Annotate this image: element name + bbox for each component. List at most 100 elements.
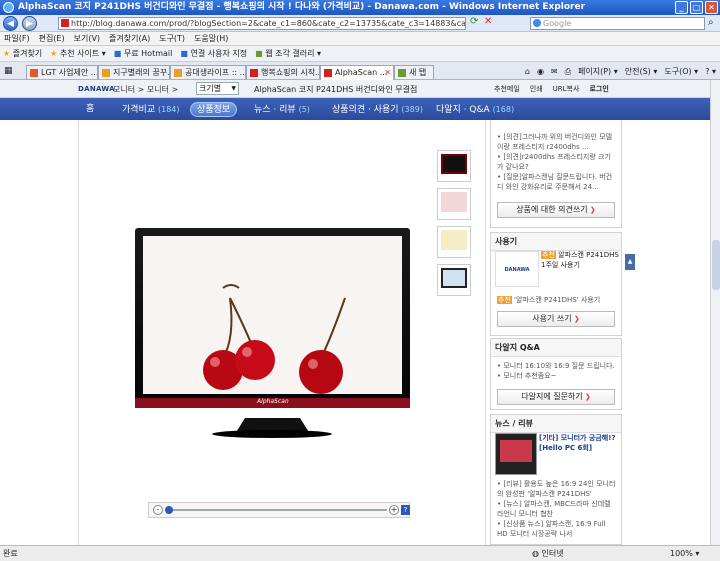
tab-favicon-icon (324, 69, 332, 77)
menu-favorites[interactable]: 즐겨찾기(A) (109, 32, 150, 45)
menu-view[interactable]: 보기(V) (74, 32, 100, 45)
tab-new[interactable]: 새 탭 (394, 65, 434, 79)
safety-menu[interactable]: 안전(S) ▾ (625, 65, 658, 78)
star-icon: ★ (3, 49, 11, 58)
usage-box: 사용기 DANAWA 추천 알파스캔 P241DHS 1주일 사용기 추천 '알… (490, 232, 622, 336)
zoom-in-icon[interactable]: + (389, 505, 399, 515)
news-item[interactable]: • [리뷰] 활용도 높은 16:9 24인 모니터의 완성판 '알파스캔 P2… (491, 479, 621, 499)
menu-edit[interactable]: 편집(E) (39, 32, 65, 45)
zoom-out-icon[interactable]: - (153, 505, 163, 515)
usage-note[interactable]: 추천 '알파스캔 P241DHS' 사용기 (491, 295, 604, 305)
status-bar: 완료 ◍ 인터넷 100% ▾ (0, 545, 720, 561)
page-menu[interactable]: 페이지(P) ▾ (578, 65, 618, 78)
favorites-button[interactable]: ★ 즐겨찾기 (3, 46, 42, 61)
fav-custom-links[interactable]: ■ 연결 사용자 지정 (180, 46, 247, 61)
news-title: 뉴스 / 리뷰 (491, 415, 621, 433)
nav-qa[interactable]: 다알지 · Q&A (168) (436, 102, 514, 117)
menu-help[interactable]: 도움말(H) (194, 32, 228, 45)
qa-box: 다알지 Q&A • 모니터 16:10와 16:9 질문 드립니다. • 모니터… (490, 338, 622, 410)
fav-web-slice-gallery[interactable]: ■ 웹 조각 갤러리 ▾ (255, 46, 321, 61)
go-icon[interactable]: ⟳ (470, 16, 478, 27)
tools-menu[interactable]: 도구(O) ▾ (664, 65, 698, 78)
ask-question-button[interactable]: 다알지에 질문하기 (497, 389, 615, 405)
mail-icon[interactable]: ✉ (551, 65, 558, 78)
tab-alphascan[interactable]: AlphaScan ... ✕ (320, 65, 394, 80)
usage-title: 사용기 (491, 233, 621, 251)
zoom-handle[interactable] (165, 506, 173, 514)
close-button[interactable]: ✕ (705, 1, 718, 14)
fav-recommended-sites[interactable]: ★ 추천 사이트 ▾ (50, 46, 106, 61)
tab-bar: ▦ LGT 사업제안 ... 지구별래의 꿈꾸... 공대생라이프 :: ...… (0, 62, 720, 80)
zoom-track[interactable] (167, 509, 387, 511)
fav-hotmail[interactable]: ■ 무료 Hotmail (114, 46, 173, 61)
zoom-level[interactable]: 100% ▾ (670, 546, 699, 561)
nav-opinions[interactable]: 상품의견 · 사용기 (389) (332, 102, 423, 117)
tab-lgt[interactable]: LGT 사업제안 ... (26, 65, 98, 79)
nav-news-review[interactable]: 뉴스 · 리뷰 (5) (254, 102, 310, 117)
usage-headline[interactable]: 추천 알파스캔 P241DHS 1주일 사용기 (541, 250, 619, 270)
news-headline[interactable]: [기타] 모니터가 궁금해!? [Hello PC 6회] (539, 433, 619, 453)
link-recommend-mail[interactable]: 추천메일 (494, 84, 520, 94)
tab-blog2[interactable]: 공대생라이프 :: ... (170, 65, 246, 79)
news-item[interactable]: • [신상품 뉴스] 알파스캔, 16:9 Full HD 모니터 시장공략 나… (491, 519, 621, 539)
link-login[interactable]: 로그인 (589, 84, 608, 94)
hotmail-icon: ■ (113, 49, 122, 58)
ie-icon (3, 2, 14, 13)
zone-indicator[interactable]: ◍ 인터넷 (532, 546, 564, 561)
menu-bar: 파일(F) 편집(E) 보기(V) 즐겨찾기(A) 도구(T) 도움말(H) (0, 32, 720, 46)
nav-product-info[interactable]: 상품정보 (190, 102, 238, 117)
nav-price[interactable]: 가격비교 (184) (122, 102, 180, 117)
write-usage-button[interactable]: 사용기 쓰기 (497, 311, 615, 327)
nav-home[interactable]: 홈 (86, 102, 94, 117)
forward-button[interactable]: ▶ (22, 16, 37, 31)
stop-icon[interactable]: ✕ (484, 16, 492, 27)
qa-item[interactable]: • 모니터 추천좀요~ (491, 371, 621, 381)
search-input[interactable]: Google (530, 17, 705, 30)
help-icon[interactable]: ? (401, 505, 410, 515)
thumbnail-4[interactable] (437, 264, 471, 296)
main-nav: 홈 가격비교 (184) 상품정보 뉴스 · 리뷰 (5) 상품의견 · 사용기… (0, 98, 710, 120)
quick-tabs-icon[interactable]: ▦ (4, 66, 13, 76)
print-icon[interactable]: ⎙ (565, 65, 571, 78)
thumbnail-1[interactable] (437, 150, 471, 182)
maximize-button[interactable]: □ (690, 1, 703, 14)
usage-thumbnail[interactable]: DANAWA (495, 251, 539, 287)
link-print[interactable]: 인쇄 (530, 84, 543, 94)
size-select[interactable]: 크기별 (196, 82, 239, 95)
thumbnail-3[interactable] (437, 226, 471, 258)
danawa-logo[interactable]: DANAWA (78, 85, 115, 93)
zoom-slider[interactable]: - + ? (148, 502, 410, 518)
tab-close-icon[interactable]: ✕ (384, 66, 391, 79)
write-opinion-button[interactable]: 상품에 대한 의견쓰기 (497, 202, 615, 218)
top-button-icon[interactable]: ▲ (625, 254, 635, 270)
tab-danawa[interactable]: 행복쇼핑의 시작... (246, 65, 320, 79)
breadcrumb[interactable]: 모니터 > 모니터 > (113, 84, 178, 95)
vertical-scrollbar[interactable] (710, 80, 720, 545)
new-tab-icon (398, 69, 406, 77)
menu-tools[interactable]: 도구(T) (159, 32, 185, 45)
minimize-button[interactable]: _ (675, 1, 688, 14)
address-input[interactable]: http://blog.danawa.com/prod/?blogSection… (58, 17, 466, 30)
opinion-item[interactable]: • [질문]알파스캔님 질문드립니다. 버건디 와인 강화유리로 주문해서 24… (491, 172, 621, 192)
opinion-item[interactable]: • [의견]r2400dhs 프레스티지랑 크기가 같나요? (491, 152, 621, 172)
news-item[interactable]: • [뉴스] 알파스캔, MBC드라마 신데렐라언니 모니터 협찬 (491, 499, 621, 519)
help-menu[interactable]: ? ▾ (705, 65, 716, 78)
window-title: AlphaScan 코지 P241DHS 버건디와인 무결점 - 행복쇼핑의 시… (18, 2, 586, 12)
search-icon[interactable]: ⌕ (708, 17, 714, 28)
product-title: AlphaScan 코지 P241DHS 버건디와인 무결점 (254, 85, 418, 94)
qa-title: 다알지 Q&A (491, 339, 621, 357)
scrollbar-thumb[interactable] (712, 240, 720, 290)
opinion-item[interactable]: • [의견]그러나까 위의 버건디와인 모델이랑 프레스티지 r2400dhs … (491, 132, 621, 152)
menu-file[interactable]: 파일(F) (4, 32, 30, 45)
news-thumbnail[interactable] (495, 433, 537, 475)
feed-icon[interactable]: ◉ (537, 65, 544, 78)
home-icon[interactable]: ⌂ (525, 65, 530, 78)
tab-blog1[interactable]: 지구별래의 꿈꾸... (98, 65, 170, 79)
monitor-brand-label: AlphaScan (257, 398, 289, 405)
news-box: 뉴스 / 리뷰 [기타] 모니터가 궁금해!? [Hello PC 6회] • … (490, 414, 622, 545)
link-copy-url[interactable]: URL복사 (553, 84, 580, 94)
qa-item[interactable]: • 모니터 16:10와 16:9 질문 드립니다. (491, 361, 621, 371)
back-button[interactable]: ◀ (3, 16, 18, 31)
thumbnail-2[interactable] (437, 188, 471, 220)
opinions-box: • [의견]그러나까 위의 버건디와인 모델이랑 프레스티지 r2400dhs … (490, 120, 622, 228)
